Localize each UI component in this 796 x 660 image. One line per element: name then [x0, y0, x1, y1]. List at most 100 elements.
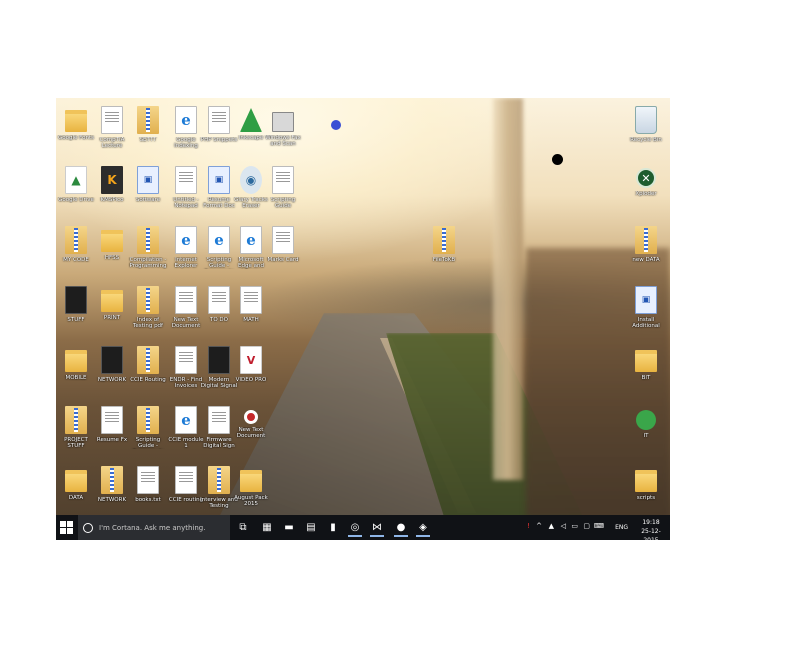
desktop-icon[interactable]: Untitled - Notepad	[168, 160, 204, 218]
desktop-icon[interactable]: Compilation - Programming	[129, 220, 167, 278]
blue-icon: ▣	[635, 286, 657, 314]
desktop-icon-label: Google Drive	[58, 197, 94, 203]
desktop-icon[interactable]: IT	[628, 400, 664, 458]
zip-icon	[65, 226, 87, 254]
desktop-icon[interactable]: CCIE routing	[168, 460, 204, 518]
doc-icon	[208, 406, 230, 434]
clock-time: 19:18	[642, 519, 660, 526]
tri-icon	[240, 108, 262, 132]
doc-icon	[272, 226, 294, 254]
desktop-icon[interactable]: MATH	[233, 280, 269, 338]
desktop-icon-label: books.txt	[135, 497, 161, 503]
notification-alert-icon[interactable]: !	[527, 522, 530, 530]
desktop-icon[interactable]: e Google Indexing	[168, 100, 204, 158]
desktop-icon[interactable]: Scripting Guide - Commands	[130, 400, 166, 458]
desktop-icon[interactable]: SETTT	[130, 100, 166, 158]
desktop-icon[interactable]: eScripting Guide - Comments	[201, 220, 237, 278]
desktop-icon[interactable]: STUFF	[58, 280, 94, 338]
start-button[interactable]	[60, 521, 73, 534]
desktop-icon[interactable]: PROJECT STUFF	[58, 400, 94, 458]
network-icon[interactable]: ▲	[549, 522, 554, 530]
desktop-icon[interactable]: BIT	[628, 340, 664, 398]
desktop-icon[interactable]: V VIDEO PRO	[233, 340, 269, 398]
clock-date: 25-12-2015	[641, 528, 661, 540]
file-explorer-icon[interactable]: ▬	[282, 519, 296, 535]
desktop-icon-label: DATA	[68, 495, 84, 501]
desktop-icon[interactable]: Modern Digital Signal	[201, 340, 237, 398]
desktop-icon[interactable]: ENDR - Find Invoices	[168, 340, 204, 398]
desktop-icon-label: CompTIA Lecture	[99, 137, 125, 149]
ie-icon: e	[175, 226, 197, 254]
desktop-icon-label: BIT	[641, 375, 651, 381]
desktop-icon-label: NETWORK	[97, 377, 127, 383]
desktop-icon[interactable]: DATA	[58, 460, 94, 518]
desktop-icon[interactable]: New Text Document	[168, 280, 204, 338]
desktop-icon[interactable]: scripts	[628, 460, 664, 518]
x-icon: ✕	[636, 168, 656, 188]
taskbar: I'm Cortana. Ask me anything. ⧉ ▦ ▬ ▤ ▮ ◎ ⋈ ● ◈ …	[56, 515, 670, 540]
desktop-icon[interactable]: TO DO	[201, 280, 237, 338]
desktop-icon[interactable]: ▣ Install Additional	[628, 280, 664, 338]
battery-icon[interactable]: ▭	[571, 522, 578, 530]
desktop-icon[interactable]: New Text Document	[233, 400, 269, 458]
zip-icon	[137, 226, 159, 254]
desktop-icon-label: August Pack 2015	[234, 495, 268, 507]
chrome-icon[interactable]: ●	[394, 519, 408, 537]
desktop-icon[interactable]: August Pack 2015	[233, 460, 269, 518]
desktop-icon[interactable]: HFSS	[94, 220, 130, 278]
desktop-icon[interactable]: Google Fonts	[58, 100, 94, 158]
desktop-icon[interactable]: ▣ Software	[130, 160, 166, 218]
desktop-icon-label: PRINT	[103, 315, 121, 321]
desktop-icon[interactable]: MOBILE	[58, 340, 94, 398]
blue-icon: ▣	[137, 166, 159, 194]
desktop-icon[interactable]: new DATA	[628, 220, 664, 278]
desktop-icon[interactable]: e Internet Explorer	[168, 220, 204, 278]
cortana-search-box[interactable]: I'm Cortana. Ask me anything.	[78, 515, 230, 540]
desktop-icon[interactable]: Scripting Guide	[265, 160, 301, 218]
desktop-icon[interactable]: MY CODE	[58, 220, 94, 278]
zip-icon	[137, 286, 159, 314]
doc-icon	[175, 286, 197, 314]
desktop-icon[interactable]: CCIE Routing	[130, 340, 166, 398]
desktop-icon[interactable]: CompTIA Lecture	[94, 100, 130, 158]
desktop-icon[interactable]: Interview and Testing	[200, 460, 238, 518]
desktop-icon-label: Xploder	[635, 191, 657, 197]
desktop-icon[interactable]: Marks Card	[265, 220, 301, 278]
desktop-icon[interactable]: eMicrosoft Edge and Library	[233, 220, 269, 278]
desktop-icon[interactable]: Windows Fax and Scan	[265, 100, 301, 158]
volume-icon[interactable]: ◁	[561, 522, 566, 530]
sticky-notes-icon[interactable]: ▮	[326, 519, 340, 535]
desktop-icon[interactable]: ▲ Google Drive	[58, 160, 94, 218]
settings-icon[interactable]: ◎	[348, 519, 362, 537]
visual-studio-icon[interactable]: ⋈	[370, 519, 384, 537]
message-icon[interactable]: ▢	[583, 522, 590, 530]
desktop-icon-label: STUFF	[67, 317, 85, 323]
desktop-icon[interactable]: e CCIE module 1	[168, 400, 204, 458]
clock[interactable]: 19:18 25-12-2015	[636, 518, 666, 540]
store-icon[interactable]: ▦	[260, 519, 274, 535]
desktop-icon[interactable]: PRINT	[94, 280, 130, 338]
language-indicator[interactable]: ENG	[615, 524, 628, 531]
desktop-icon[interactable]: Recycle Bin	[628, 100, 664, 158]
desktop-icon[interactable]: Resume Fx	[94, 400, 130, 458]
chevron-up-icon[interactable]: ^	[536, 522, 542, 530]
desktop-icon-label: MOBILE	[65, 375, 87, 381]
desktop-icon[interactable]: ✕ Xploder	[628, 160, 664, 218]
desktop-icon[interactable]: NETWORK	[94, 460, 130, 518]
input-mode-icon[interactable]: ⌨	[594, 522, 604, 530]
desktop-icon[interactable]: K KMSPico	[94, 160, 130, 218]
desktop-icon[interactable]: Inkscape	[233, 100, 269, 158]
calculator-icon[interactable]: ▤	[304, 519, 318, 535]
desktop-icon[interactable]: NETWORK	[94, 340, 130, 398]
task-view-icon[interactable]: ⧉	[236, 519, 250, 535]
desktop-icon[interactable]: ▣ Resume Format Doc	[201, 160, 237, 218]
desktop-icon[interactable]: PHP Snippets	[201, 100, 237, 158]
desktop-icon-label: IT	[643, 433, 649, 439]
dark-icon	[65, 286, 87, 314]
doc-icon	[272, 166, 294, 194]
desktop-icon[interactable]: FileToKB	[426, 220, 462, 278]
desktop-icon[interactable]: Index of Testing pdf	[130, 280, 166, 338]
desktop-icon[interactable]: ◉ Glary Tracks Eraser	[233, 160, 269, 218]
desktop-icon[interactable]: books.txt	[130, 460, 166, 518]
media-icon[interactable]: ◈	[416, 519, 430, 537]
